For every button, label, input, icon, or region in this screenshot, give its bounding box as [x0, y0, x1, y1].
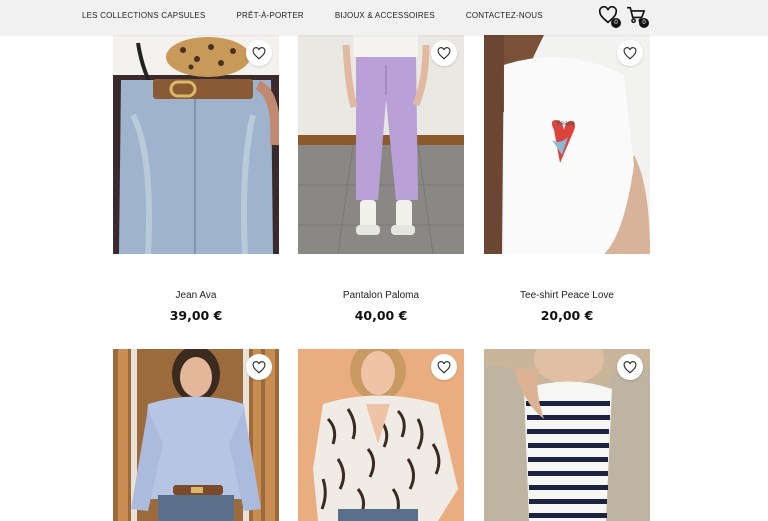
favorite-button[interactable]	[617, 354, 643, 380]
product-price: 39,00 €	[169, 308, 223, 323]
favorite-button[interactable]	[431, 354, 457, 380]
product-name[interactable]: Pantalon Paloma	[298, 290, 464, 301]
heart-icon	[623, 360, 637, 374]
product-image[interactable]: Peace	[484, 35, 650, 254]
product-card[interactable]	[298, 349, 464, 521]
product-image[interactable]	[298, 349, 464, 521]
tshirt-photo: Peace	[484, 35, 650, 254]
nav-item-contact[interactable]: CONTACTEZ-NOUS	[466, 11, 543, 20]
heart-icon	[623, 46, 637, 60]
cart-button[interactable]: 0	[626, 6, 649, 28]
product-card[interactable]: Pantalon Paloma 40,00 €	[298, 35, 464, 323]
nav-item-bijoux-accessoires[interactable]: BIJOUX & ACCESSOIRES	[335, 11, 435, 20]
product-name[interactable]: Tee-shirt Peace Love	[484, 290, 650, 301]
site-header: LES COLLECTIONS CAPSULES PRÊT-À-PORTER B…	[0, 0, 768, 35]
product-card[interactable]	[113, 349, 279, 521]
product-card[interactable]: Peace Tee-shirt Peace Love 20,00 €	[484, 35, 650, 323]
main-nav: LES COLLECTIONS CAPSULES PRÊT-À-PORTER B…	[82, 11, 543, 20]
favorite-button[interactable]	[246, 40, 272, 66]
tshirt-print-text: Peace	[557, 120, 575, 127]
trousers-photo	[298, 35, 464, 254]
nav-item-collections-capsules[interactable]: LES COLLECTIONS CAPSULES	[82, 11, 206, 20]
heart-icon	[437, 46, 451, 60]
wishlist-button[interactable]: 0	[598, 6, 621, 28]
nav-item-pret-a-porter[interactable]: PRÊT-À-PORTER	[237, 11, 304, 20]
product-card[interactable]: Jean Ava 39,00 €	[113, 35, 279, 323]
heart-icon	[252, 46, 266, 60]
wishlist-count-badge: 0	[611, 18, 621, 28]
product-grid: Jean Ava 39,00 € Pantalon Paloma 40,00 €…	[113, 35, 650, 521]
product-image[interactable]	[484, 349, 650, 521]
jeans-photo	[113, 35, 279, 254]
product-price: 20,00 €	[540, 308, 594, 323]
product-name[interactable]: Jean Ava	[113, 290, 279, 301]
heart-icon	[252, 360, 266, 374]
heart-icon	[437, 360, 451, 374]
product-card[interactable]	[484, 349, 650, 521]
product-image[interactable]	[113, 35, 279, 254]
favorite-button[interactable]	[246, 354, 272, 380]
product-image[interactable]	[298, 35, 464, 254]
cart-count-badge: 0	[639, 18, 649, 28]
product-price: 40,00 €	[354, 308, 408, 323]
favorite-button[interactable]	[431, 40, 457, 66]
favorite-button[interactable]	[617, 40, 643, 66]
product-image[interactable]	[113, 349, 279, 521]
